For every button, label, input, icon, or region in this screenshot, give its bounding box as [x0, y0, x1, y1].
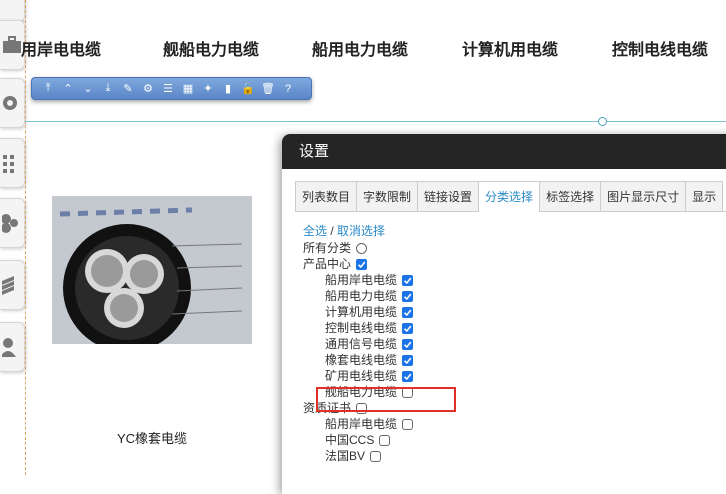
tree-row-label: 产品中心	[303, 257, 352, 271]
modules-icon	[2, 214, 18, 233]
dialog-tabs: 列表数目 字数限制 链接设置 分类选择 标签选择 图片显示尺寸 显示	[295, 181, 726, 212]
side-button-top[interactable]	[0, 0, 25, 22]
side-button-apps[interactable]	[0, 138, 25, 188]
checkmark-icon	[403, 309, 412, 316]
tree-row: 橡套电线电缆	[303, 352, 414, 368]
chart-icon[interactable]: ▮	[218, 80, 238, 98]
help-icon[interactable]: ?	[278, 80, 298, 98]
settings-dialog: 设置 列表数目 字数限制 链接设置 分类选择 标签选择 图片显示尺寸 显示 全选…	[282, 134, 726, 494]
tree-radio[interactable]	[356, 242, 368, 254]
resize-handle[interactable]	[598, 117, 607, 126]
tree-row-label: 船用岸电电缆	[325, 417, 398, 431]
list-icon[interactable]: ☰	[158, 80, 178, 98]
tree-row: 计算机用电缆	[303, 304, 414, 320]
product-image[interactable]	[52, 196, 252, 344]
tree-row-label: 矿用电线电缆	[325, 369, 398, 383]
tree-row-label: 计算机用电缆	[325, 305, 398, 319]
settings-icon[interactable]: ⚙	[138, 80, 158, 98]
move-bottom-icon[interactable]: ⤓	[98, 80, 118, 98]
side-button-layers[interactable]	[0, 260, 25, 310]
tree-checkbox[interactable]	[370, 450, 382, 462]
tree-row: 产品中心	[303, 256, 413, 272]
tree-row: 通用信号电缆	[303, 336, 414, 352]
cable-photo	[52, 196, 252, 344]
side-button-settings[interactable]	[0, 78, 25, 128]
tab-display[interactable]: 显示	[685, 181, 724, 211]
checkmark-icon	[403, 293, 412, 300]
magic-icon[interactable]: ✦	[198, 80, 218, 98]
product-name[interactable]: YC橡套电缆	[117, 428, 187, 447]
tree-checkbox[interactable]	[379, 434, 391, 446]
module-toolbar: ⤒ ⌃ ⌄ ⤓ ✎ ⚙ ☰ ▦ ✦ ▮ 🔓 🗑 ?	[31, 77, 312, 100]
select-links: 全选 / 取消选择	[303, 222, 413, 240]
tree-row-label: 船用岸电电缆	[325, 273, 398, 287]
checkmark-icon	[403, 373, 412, 380]
delete-icon[interactable]: 🗑	[258, 80, 278, 98]
tree-row: 船用岸电电缆	[303, 416, 414, 432]
tree-row-label: 船用电力电缆	[325, 289, 398, 303]
tree-row-label: 通用信号电缆	[325, 337, 398, 351]
tab-image-size[interactable]: 图片显示尺寸	[600, 181, 687, 211]
edit-icon[interactable]: ✎	[118, 80, 138, 98]
tree-row-label: 法国BV	[325, 449, 366, 463]
highlight-box	[316, 387, 456, 412]
checkmark-icon	[357, 261, 366, 268]
tab-link-settings[interactable]: 链接设置	[417, 181, 480, 211]
layers-icon	[2, 276, 14, 295]
tree-row-label: 橡套电线电缆	[325, 353, 398, 367]
tree-row: 矿用电线电缆	[303, 368, 414, 384]
tree-row-label: 所有分类	[303, 241, 352, 255]
nav-item-control-cable[interactable]: 控制电线电缆	[612, 36, 708, 60]
user-icon	[2, 338, 16, 357]
tree-checkbox[interactable]	[402, 322, 414, 334]
tree-checkbox[interactable]	[402, 290, 414, 302]
tree-checkbox[interactable]	[402, 338, 414, 350]
nav-item-warship-power-cable[interactable]: 舰船电力电缆	[163, 36, 259, 60]
tree-row-label: 控制电线电缆	[325, 321, 398, 335]
edit-boundary-line	[25, 0, 26, 475]
side-button-modules[interactable]	[0, 198, 25, 248]
tree-row-label: 中国CCS	[325, 433, 375, 447]
deselect-link[interactable]: 取消选择	[337, 224, 385, 238]
nav-item-marine-power-cable[interactable]: 船用电力电缆	[312, 36, 408, 60]
dialog-title: 设置	[282, 134, 726, 169]
tree-row: 所有分类	[303, 240, 413, 256]
side-button-user[interactable]	[0, 322, 25, 372]
checkmark-icon	[403, 357, 412, 364]
checkmark-icon	[403, 341, 412, 348]
move-down-icon[interactable]: ⌄	[78, 80, 98, 98]
tab-word-limit[interactable]: 字数限制	[356, 181, 419, 211]
tab-tag-select[interactable]: 标签选择	[539, 181, 602, 211]
move-top-icon[interactable]: ⤒	[38, 80, 58, 98]
top-nav: 用岸电电缆 舰船电力电缆 船用电力电缆 计算机用电缆 控制电线电缆	[0, 36, 726, 60]
tree-row: 控制电线电缆	[303, 320, 414, 336]
tree-checkbox[interactable]	[402, 370, 414, 382]
checkmark-icon	[403, 277, 412, 284]
tab-list-count[interactable]: 列表数目	[295, 181, 358, 211]
link-separator: /	[327, 224, 338, 238]
category-tree: 全选 / 取消选择 所有分类产品中心船用岸电电缆 船用电力电缆 计算机用电缆 控制电线…	[303, 222, 414, 464]
tab-category-select[interactable]: 分类选择	[478, 181, 541, 212]
unlock-icon[interactable]: 🔓	[238, 80, 258, 98]
tree-row: 船用电力电缆	[303, 288, 414, 304]
apps-grid-icon	[3, 155, 14, 173]
nav-item-shore-cable[interactable]: 用岸电电缆	[21, 36, 101, 60]
tree-row: 船用岸电电缆	[303, 272, 414, 288]
tree-checkbox[interactable]	[402, 306, 414, 318]
grid-icon[interactable]: ▦	[178, 80, 198, 98]
nav-item-computer-cable[interactable]: 计算机用电缆	[462, 36, 558, 60]
tree-checkbox[interactable]	[356, 258, 368, 270]
gear-icon	[3, 96, 17, 110]
checkmark-icon	[403, 325, 412, 332]
tree-row: 中国CCS	[303, 432, 413, 448]
select-all-link[interactable]: 全选	[303, 224, 327, 238]
move-up-icon[interactable]: ⌃	[58, 80, 78, 98]
tree-checkbox[interactable]	[402, 354, 414, 366]
left-tool-strip	[0, 0, 26, 475]
tree-checkbox[interactable]	[402, 418, 414, 430]
tree-checkbox[interactable]	[402, 274, 414, 286]
tree-row: 法国BV	[303, 448, 413, 464]
selection-line	[25, 121, 726, 122]
